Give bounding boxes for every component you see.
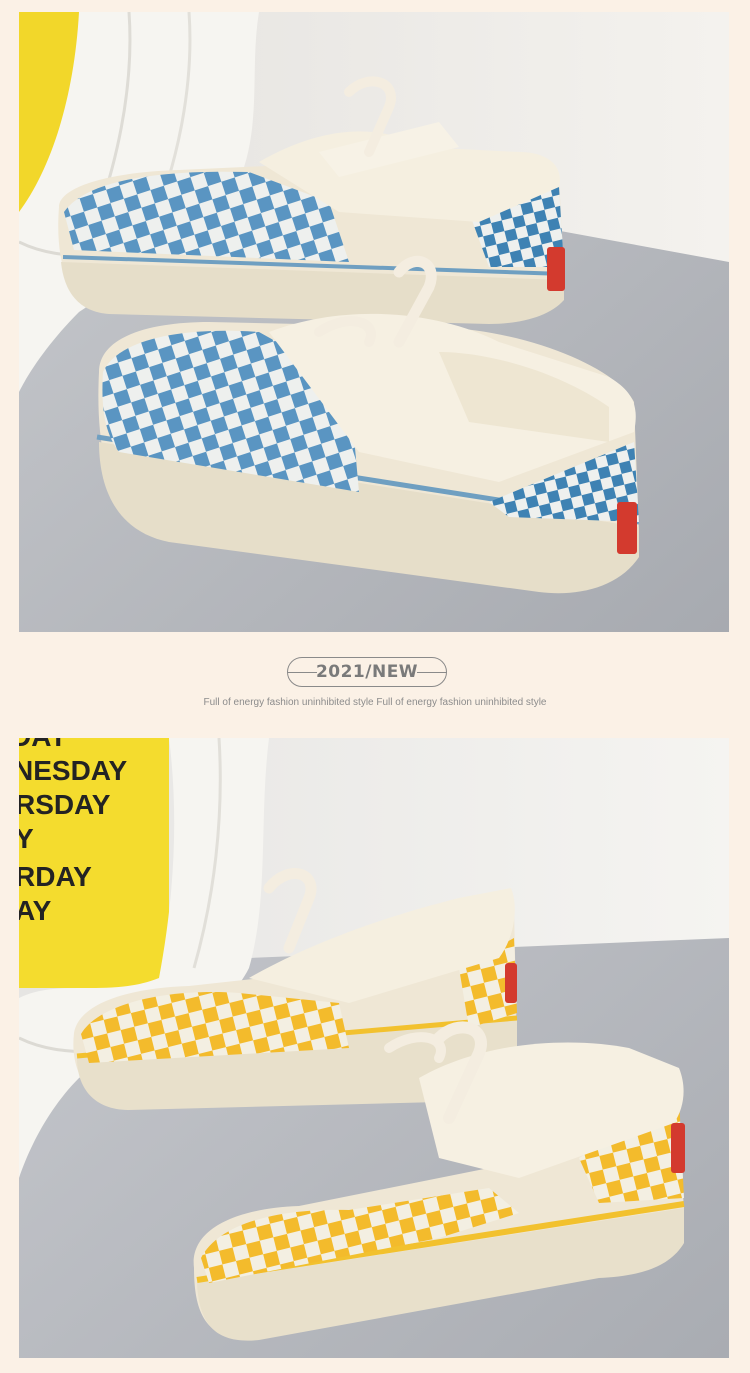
poster-line-6: AY [19,895,52,926]
poster-line-4: Y [19,823,34,854]
weekday-poster: DAY NESDAY RSDAY Y RDAY AY [19,738,169,988]
poster-line-2: NESDAY [19,755,127,786]
blue-sneakers-photo [19,12,729,632]
poster-line-1: DAY [19,738,68,752]
badge-text: 2021/NEW [315,662,419,682]
tagline: Full of energy fashion uninhibited style… [203,697,547,708]
year-new-badge: 2021/NEW [287,657,447,687]
poster-line-5: RDAY [19,861,92,892]
poster-line-3: RSDAY [19,789,111,820]
yellow-sneakers-photo: DAY NESDAY RSDAY Y RDAY AY [19,738,729,1358]
